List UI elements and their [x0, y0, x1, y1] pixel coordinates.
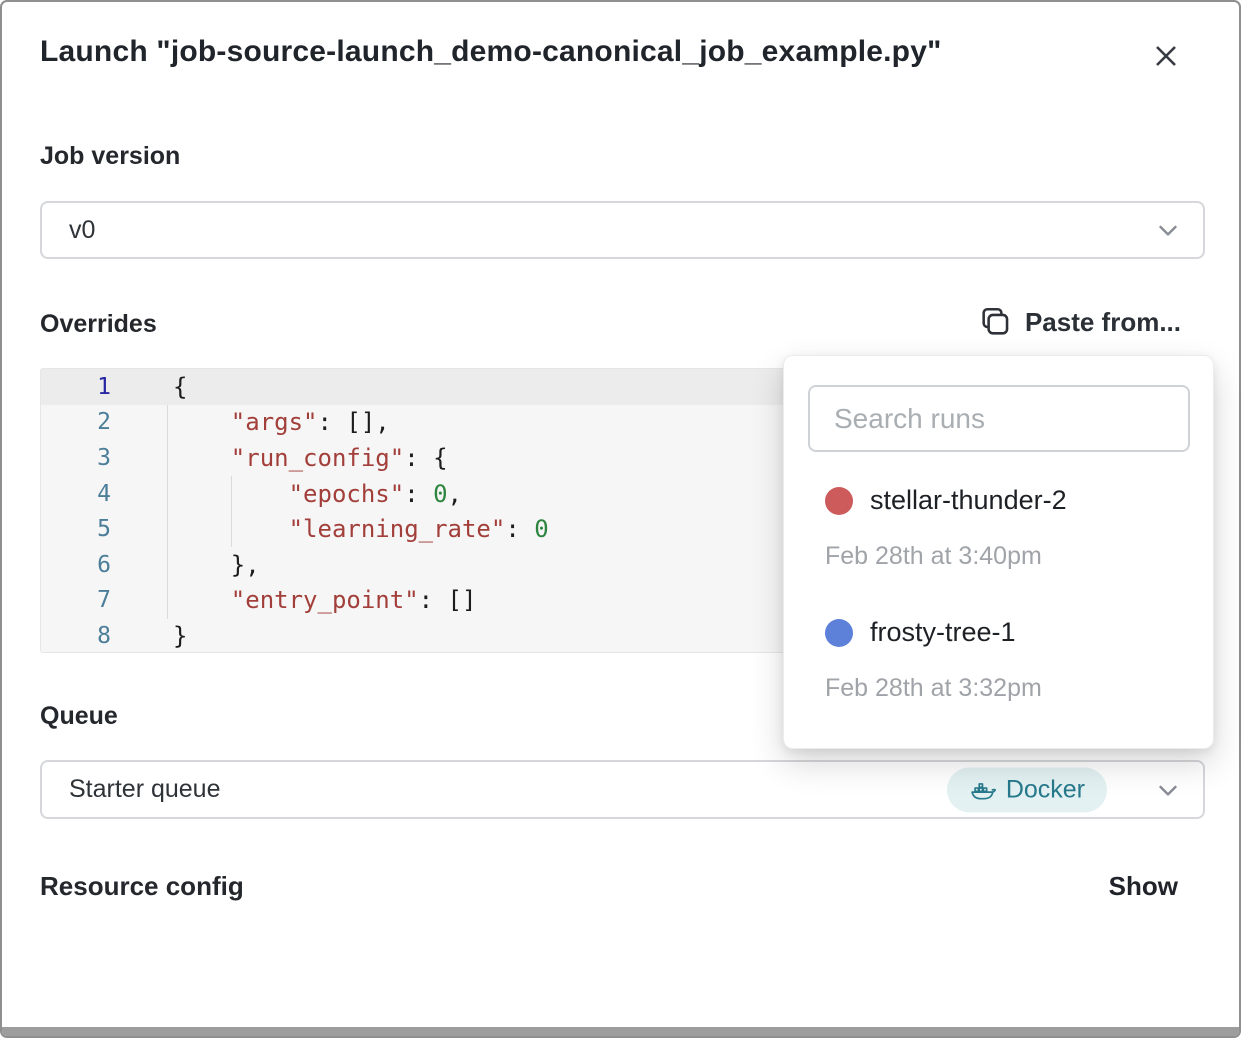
job-version-value: v0: [42, 216, 95, 245]
paste-from-button[interactable]: Paste from...: [978, 305, 1181, 339]
code-token: [173, 444, 231, 472]
line-number: 7: [41, 587, 111, 613]
code-line-content: }: [111, 622, 187, 650]
code-token: : {: [404, 444, 447, 472]
docker-badge-label: Docker: [1006, 775, 1085, 804]
run-color-dot: [825, 619, 853, 647]
code-token: "args": [231, 408, 318, 436]
run-item-header: stellar-thunder-2: [825, 485, 1213, 516]
chevron-down-icon: [1153, 215, 1183, 245]
code-token: [173, 515, 289, 543]
dialog-title: Launch "job-source-launch_demo-canonical…: [40, 35, 942, 69]
run-name: stellar-thunder-2: [870, 485, 1067, 516]
code-line-content: "run_config": {: [111, 444, 448, 472]
code-line-content: {: [111, 373, 187, 401]
code-token: : []: [419, 586, 477, 614]
code-token: [173, 586, 231, 614]
run-list-item[interactable]: stellar-thunder-2 Feb 28th at 3:40pm: [784, 485, 1213, 571]
search-runs-input[interactable]: [808, 385, 1190, 452]
run-picker-popup: stellar-thunder-2 Feb 28th at 3:40pm frost…: [783, 355, 1214, 749]
code-line-content: "learning_rate": 0: [111, 515, 549, 543]
run-list: stellar-thunder-2 Feb 28th at 3:40pm frost…: [784, 452, 1213, 703]
run-item-header: frosty-tree-1: [825, 617, 1213, 648]
launch-dialog: Launch "job-source-launch_demo-canonical…: [0, 0, 1241, 1038]
code-token: 0: [433, 480, 447, 508]
resource-config-label: Resource config: [40, 871, 244, 902]
code-line-content: "entry_point": []: [111, 586, 476, 614]
dialog-bottom-edge: [2, 1027, 1239, 1036]
queue-value: Starter queue: [42, 775, 221, 804]
queue-select[interactable]: Starter queue Docker: [40, 760, 1205, 819]
copy-icon: [978, 305, 1012, 339]
line-number: 3: [41, 445, 111, 471]
code-token: [173, 408, 231, 436]
code-token: }: [173, 622, 187, 650]
paste-from-label: Paste from...: [1025, 307, 1181, 338]
code-token: "learning_rate": [289, 515, 506, 543]
code-line-content: },: [111, 551, 260, 579]
code-line-content: "epochs": 0,: [111, 480, 462, 508]
code-token: ,: [448, 480, 462, 508]
code-token: [173, 480, 289, 508]
code-token: 0: [534, 515, 548, 543]
chevron-down-icon: [1153, 775, 1183, 805]
line-number: 1: [41, 374, 111, 400]
run-timestamp: Feb 28th at 3:32pm: [825, 674, 1213, 703]
line-number: 4: [41, 481, 111, 507]
line-number: 5: [41, 516, 111, 542]
run-list-item[interactable]: frosty-tree-1 Feb 28th at 3:32pm: [784, 617, 1213, 703]
run-color-dot: [825, 487, 853, 515]
line-number: 6: [41, 552, 111, 578]
code-token: :: [505, 515, 534, 543]
run-timestamp: Feb 28th at 3:40pm: [825, 542, 1213, 571]
close-icon: [1149, 39, 1183, 73]
code-token: "epochs": [289, 480, 405, 508]
code-line-content: "args": [],: [111, 408, 390, 436]
line-number: 2: [41, 409, 111, 435]
docker-icon: [969, 776, 996, 803]
job-version-select[interactable]: v0: [40, 201, 1205, 259]
code-token: :: [404, 480, 433, 508]
code-token: },: [173, 551, 260, 579]
code-token: {: [173, 373, 187, 401]
overrides-label: Overrides: [40, 310, 157, 339]
close-button[interactable]: [1146, 36, 1186, 76]
run-name: frosty-tree-1: [870, 617, 1016, 648]
code-token: "entry_point": [231, 586, 419, 614]
code-token: "run_config": [231, 444, 404, 472]
line-number: 8: [41, 623, 111, 649]
queue-label: Queue: [40, 702, 118, 731]
job-version-label: Job version: [40, 142, 180, 171]
docker-badge: Docker: [947, 767, 1107, 812]
code-token: : [],: [318, 408, 390, 436]
show-resource-config-button[interactable]: Show: [1109, 871, 1178, 902]
